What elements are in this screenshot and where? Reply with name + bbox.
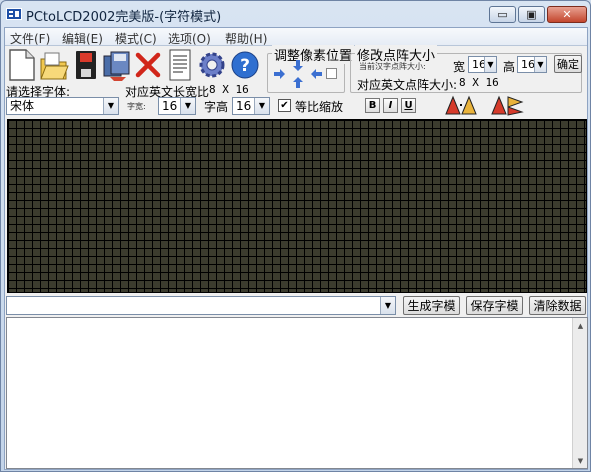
- bold-button[interactable]: B: [365, 98, 380, 113]
- font-select[interactable]: 宋体 ▼: [6, 97, 119, 115]
- matrix-width-label: 宽: [453, 60, 466, 74]
- chevron-down-icon: ▼: [180, 98, 195, 114]
- window-title: PCtoLCD2002完美版-(字符模式): [26, 10, 222, 25]
- matrix-height-select[interactable]: 16 ▼: [517, 56, 547, 73]
- app-icon: [6, 8, 22, 20]
- maximize-icon: ▣: [526, 8, 537, 21]
- minimize-button[interactable]: ▭: [489, 6, 516, 23]
- en-matrix-value: 8 X 16: [459, 76, 499, 89]
- menu-help[interactable]: 帮助(H): [225, 30, 267, 47]
- save-font-button[interactable]: 保存字模: [466, 296, 523, 315]
- matrix-width-select[interactable]: 16 ▼: [468, 56, 497, 73]
- width-select-value: 16: [162, 99, 178, 113]
- flip-vertical-icon[interactable]: [489, 94, 525, 116]
- chevron-down-icon: ▼: [254, 98, 269, 114]
- dot-matrix-grid[interactable]: [7, 119, 587, 293]
- font-select-value: 宋体: [10, 99, 35, 113]
- scroll-up-icon[interactable]: ▲: [573, 318, 588, 333]
- client-area: 文件(F) 编辑(E) 模式(C) 选项(O) 帮助(H) ? 请选择字体: 宋…: [4, 27, 588, 470]
- close-icon: ✕: [562, 8, 572, 21]
- generate-button[interactable]: 生成字模: [403, 296, 460, 315]
- menu-options[interactable]: 选项(O): [168, 30, 211, 47]
- proportional-checkbox[interactable]: ✔: [278, 99, 291, 112]
- close-button[interactable]: ✕: [547, 6, 587, 23]
- height-label: 字高: [204, 100, 229, 114]
- matrix-height-label: 高: [503, 60, 516, 74]
- maximize-button[interactable]: ▣: [518, 6, 545, 23]
- underline-button[interactable]: U: [401, 98, 416, 113]
- pixel-preview-box: [326, 68, 337, 79]
- pixel-position-group: 调整像素位置: [267, 45, 355, 93]
- confirm-matrix-button[interactable]: 确定: [554, 55, 582, 73]
- chevron-down-icon: ▼: [534, 57, 546, 72]
- output-textarea[interactable]: ▲ ▼: [6, 317, 588, 469]
- svg-text:?: ?: [240, 56, 250, 76]
- current-matrix-label: 当前汉字点阵大小:: [359, 62, 426, 71]
- matrix-size-group: 修改点阵大小 当前汉字点阵大小: 宽 16 ▼ 高 16 ▼ 确定 对应英文点阵…: [350, 45, 582, 93]
- menu-bar: 文件(F) 编辑(E) 模式(C) 选项(O) 帮助(H): [5, 28, 587, 46]
- save-disk-icon[interactable]: [71, 47, 101, 83]
- document-icon[interactable]: [165, 47, 195, 83]
- chevron-down-icon: ▼: [103, 98, 118, 114]
- open-folder-icon[interactable]: [39, 47, 69, 83]
- chevron-down-icon: ▼: [380, 297, 395, 314]
- height-select-value: 16: [236, 99, 252, 113]
- height-select[interactable]: 16 ▼: [232, 97, 270, 115]
- pixel-shift-arrows-icon[interactable]: [272, 58, 324, 90]
- en-matrix-label: 对应英文点阵大小:: [357, 78, 458, 92]
- settings-gear-icon[interactable]: [197, 47, 227, 83]
- width-select[interactable]: 16 ▼: [158, 97, 196, 115]
- menu-file[interactable]: 文件(F): [10, 30, 50, 47]
- width-label: 字宽:: [127, 102, 146, 111]
- text-input[interactable]: ▼: [6, 296, 396, 315]
- flip-horizontal-icon[interactable]: [443, 94, 479, 116]
- title-bar[interactable]: PCtoLCD2002完美版-(字符模式) ▭ ▣ ✕: [1, 1, 590, 27]
- save-as-icon[interactable]: [102, 47, 132, 83]
- italic-button[interactable]: I: [383, 98, 398, 113]
- proportional-label: 等比缩放: [295, 100, 344, 114]
- clear-data-button[interactable]: 清除数据: [529, 296, 586, 315]
- vertical-scrollbar[interactable]: ▲ ▼: [572, 318, 587, 468]
- new-file-icon[interactable]: [7, 47, 37, 83]
- menu-edit[interactable]: 编辑(E): [62, 30, 103, 47]
- help-icon[interactable]: ?: [230, 47, 260, 83]
- scroll-down-icon[interactable]: ▼: [573, 453, 588, 468]
- minimize-icon: ▭: [497, 8, 508, 21]
- app-window: PCtoLCD2002完美版-(字符模式) ▭ ▣ ✕ 文件(F) 编辑(E) …: [0, 0, 591, 472]
- matrix-height-value: 16: [521, 58, 535, 71]
- delete-icon[interactable]: [133, 47, 163, 83]
- menu-mode[interactable]: 模式(C): [115, 30, 157, 47]
- en-ratio-value: 8 X 16: [209, 83, 249, 96]
- chevron-down-icon: ▼: [484, 57, 496, 72]
